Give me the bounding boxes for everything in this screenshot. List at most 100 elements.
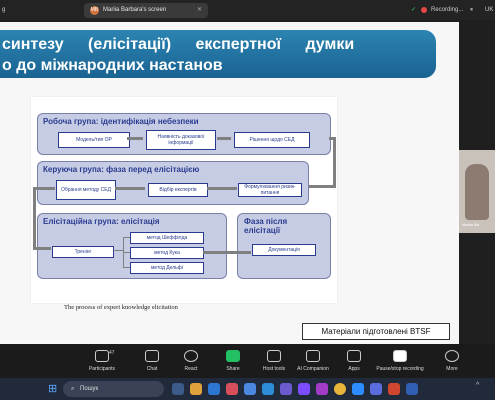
connector	[123, 237, 130, 238]
delphi-method-box: метод Дельфі	[130, 262, 204, 274]
slide-title-line1: синтезу (елісітації) експертної думки	[2, 36, 355, 53]
elicitation-diagram: Робоча група: ідентифікація небезпеки Мо…	[31, 97, 337, 303]
flow-arrow	[207, 187, 237, 190]
share-label: Share	[226, 366, 240, 372]
model-type-box: Модель/тип ОР	[58, 132, 130, 148]
zoom-icon[interactable]	[352, 383, 364, 395]
pause-recording-button[interactable]: Pause/stop recording	[368, 350, 432, 372]
training-box: Тренінг	[52, 246, 114, 258]
flow-arrow	[115, 187, 145, 190]
participant-name: Mariia Ba	[462, 222, 479, 227]
steering-group-panel: Керуюча група: фаза перед елісітацією Об…	[37, 161, 309, 205]
app-icon[interactable]	[370, 383, 382, 395]
region-label: UK	[485, 7, 494, 13]
host-tools-label: Host tools	[262, 366, 286, 372]
app-icon[interactable]	[280, 383, 292, 395]
more-icon	[445, 350, 459, 362]
chrome-icon[interactable]	[334, 383, 346, 395]
window-top-bar: g MB Mariia Barbara's screen ✕ ✓ Recordi…	[0, 0, 495, 20]
risk-question-box: Формулювання ризик-питання	[238, 183, 302, 197]
react-icon	[184, 350, 198, 362]
meeting-toolbar: Participants 47 Chat React Share Host to…	[0, 344, 495, 378]
connector	[113, 250, 123, 251]
working-group-title: Робоча група: ідентифікація небезпеки	[43, 117, 199, 126]
steering-group-title: Керуюча група: фаза перед елісітацією	[43, 165, 200, 174]
pause-recording-label: Pause/stop recording	[376, 366, 424, 372]
app-icon[interactable]	[298, 383, 310, 395]
elicitation-group-panel: Елісітаційна група: елісітація Тренінг м…	[37, 213, 227, 279]
close-icon[interactable]: ✕	[197, 3, 202, 18]
flow-arrow	[127, 137, 143, 140]
post-elicitation-title: Фаза після елісітації	[244, 217, 288, 235]
chat-label: Chat	[146, 366, 158, 372]
more-button[interactable]: More	[432, 350, 472, 372]
participants-label: Participants	[88, 366, 116, 372]
sed-decision-box: Рішення щодо СЕД	[234, 132, 310, 148]
share-icon	[226, 350, 240, 362]
pause-icon[interactable]: ⏸	[470, 0, 473, 20]
file-explorer-icon[interactable]	[190, 383, 202, 395]
top-left-fragment: g	[2, 7, 6, 13]
apps-label: Apps	[348, 366, 360, 372]
participant-figure	[465, 164, 489, 220]
app-icon[interactable]	[244, 383, 256, 395]
diagram-caption: The process of expert knowledge elicitat…	[64, 304, 178, 311]
chat-icon	[145, 350, 159, 362]
windows-start-icon[interactable]: ⊞	[48, 382, 57, 395]
search-placeholder: Пошук	[80, 386, 99, 392]
react-button[interactable]: React	[171, 350, 211, 372]
presenter-avatar: MB	[90, 6, 99, 15]
powerpoint-icon[interactable]	[388, 383, 400, 395]
flow-arrow	[33, 187, 36, 249]
apps-icon	[347, 350, 361, 362]
flow-arrow	[203, 251, 251, 254]
recording-icon	[421, 7, 427, 13]
participants-count: 47	[109, 350, 115, 356]
search-icon: ⌕	[71, 386, 75, 392]
method-selection-box: Обрання методу СЕД	[56, 180, 116, 200]
chevron-up-icon[interactable]: ^	[476, 382, 479, 389]
evidence-box: Наявність доказової інформації	[146, 130, 216, 150]
more-label: More	[446, 366, 458, 372]
connector	[123, 252, 130, 253]
sheffield-method-box: метод Шеффілда	[130, 232, 204, 244]
cooke-method-box: метод Кука	[130, 247, 204, 259]
working-group-panel: Робоча група: ідентифікація небезпеки Мо…	[37, 113, 331, 155]
slide-title-line2: о до міжнародних настанов	[2, 57, 223, 74]
recording-status[interactable]: Recording...	[431, 0, 463, 20]
edge-icon[interactable]	[208, 383, 220, 395]
participant-video[interactable]	[459, 150, 495, 233]
flow-arrow	[33, 187, 55, 190]
ai-companion-button[interactable]: AI Companion	[293, 350, 333, 372]
flow-arrow	[333, 137, 336, 187]
participants-icon	[95, 350, 109, 362]
elicitation-group-title: Елісітаційна група: елісітація	[43, 217, 160, 226]
chat-button[interactable]: Chat	[132, 350, 172, 372]
flow-arrow	[33, 247, 51, 250]
shared-screen-tab[interactable]: MB Mariia Barbara's screen ✕	[84, 3, 208, 18]
connector	[123, 267, 130, 268]
flow-arrow	[309, 185, 336, 188]
app-icon[interactable]	[262, 383, 274, 395]
pause-icon	[393, 350, 407, 362]
post-elicitation-panel: Фаза після елісітації Документація	[237, 213, 331, 279]
taskbar-search[interactable]: ⌕ Пошук	[63, 381, 164, 397]
share-button[interactable]: Share	[213, 350, 253, 372]
ai-companion-label: AI Companion	[297, 366, 329, 372]
slide-title-banner: синтезу (елісітації) експертної думки о …	[0, 30, 436, 78]
react-label: React	[184, 366, 198, 372]
word-icon[interactable]	[406, 383, 418, 395]
participants-button[interactable]: Participants	[82, 350, 122, 372]
shield-check-icon[interactable]: ✓	[411, 0, 416, 20]
materials-note: Матеріали підготовлені BTSF	[302, 323, 450, 340]
app-icon[interactable]	[226, 383, 238, 395]
task-view-icon[interactable]	[172, 383, 184, 395]
app-icon[interactable]	[316, 383, 328, 395]
documentation-box: Документація	[252, 244, 316, 256]
tab-title: Mariia Barbara's screen	[103, 7, 167, 13]
ai-icon	[306, 350, 320, 362]
shield-icon	[267, 350, 281, 362]
expert-selection-box: Відбір експертів	[148, 183, 208, 197]
host-tools-button[interactable]: Host tools	[254, 350, 294, 372]
flow-arrow	[217, 137, 231, 140]
